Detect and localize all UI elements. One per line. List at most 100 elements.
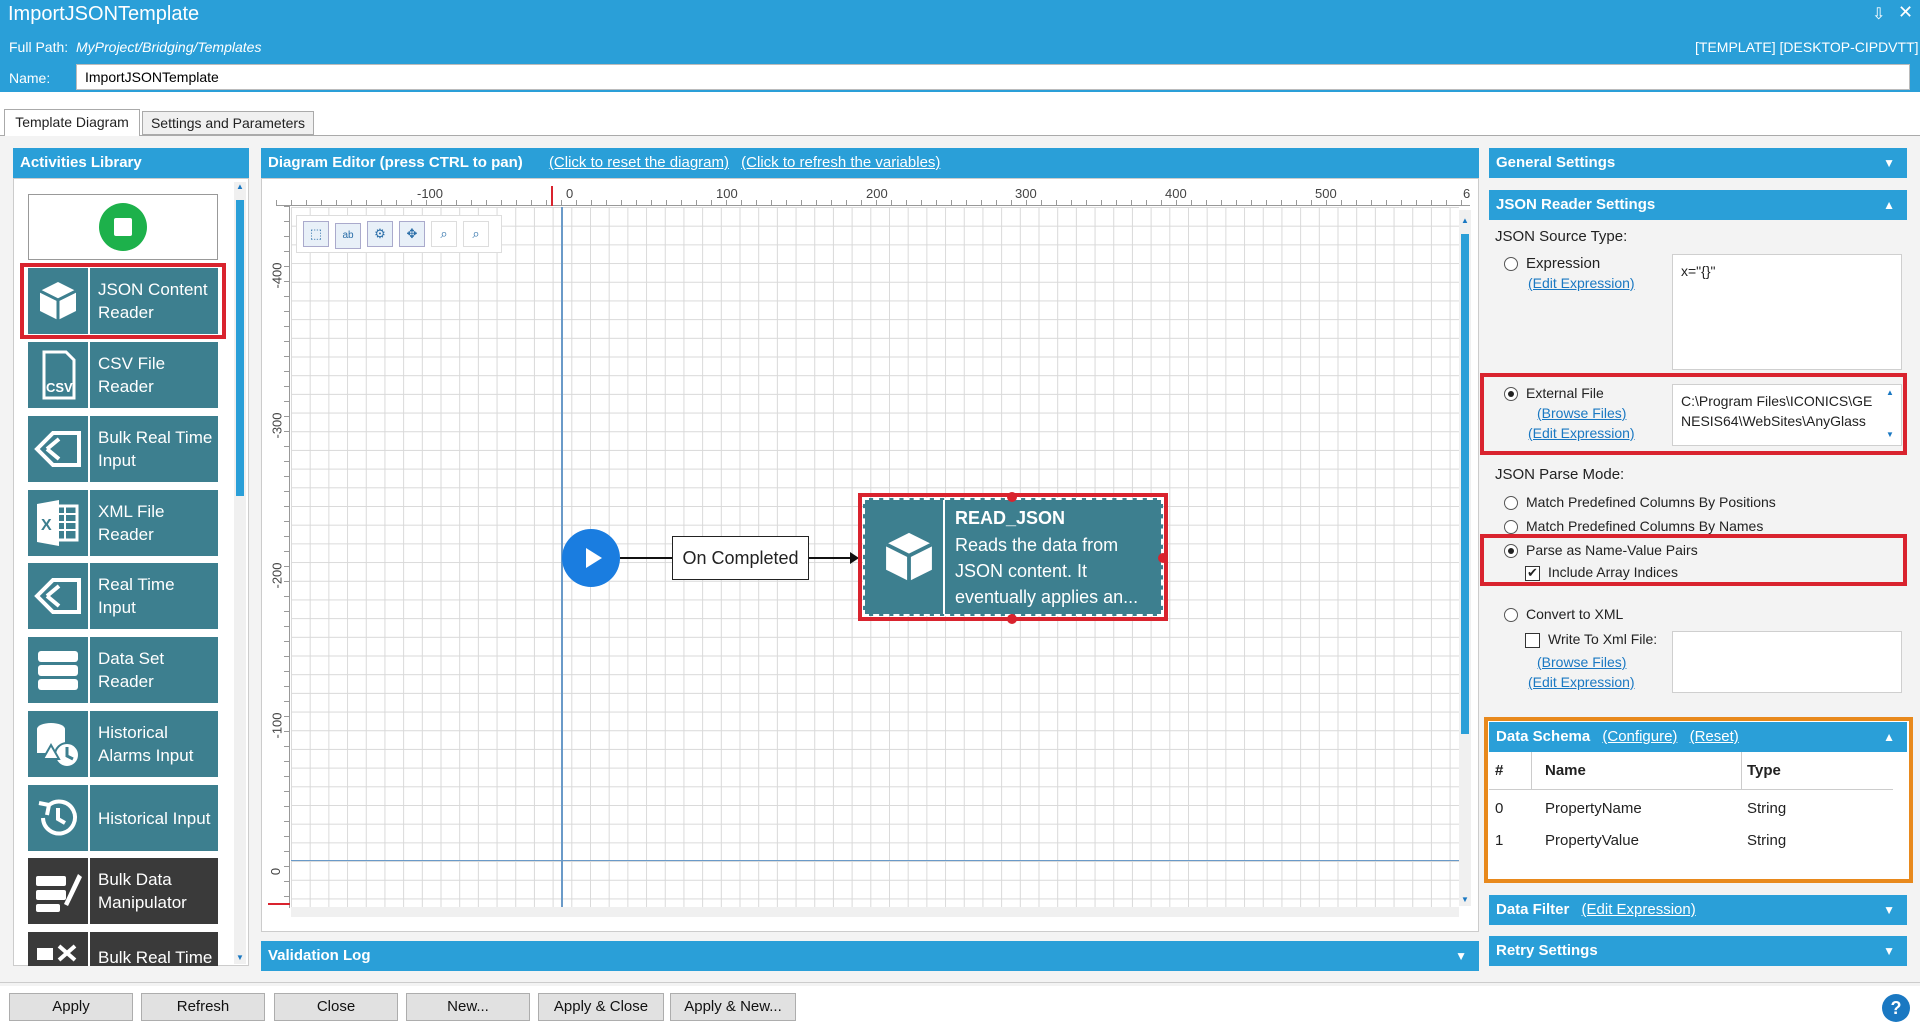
- zoom-in-icon[interactable]: ⌕: [431, 221, 457, 247]
- data-filter-header[interactable]: Data Filter (Edit Expression) ▼: [1489, 895, 1907, 925]
- scroll-down-icon[interactable]: ▼: [236, 953, 244, 962]
- alarm-history-icon: [28, 711, 90, 777]
- diagram-scrollbar[interactable]: ▲ ▼: [1459, 210, 1471, 906]
- excel-icon: X: [28, 490, 90, 556]
- name-input[interactable]: [76, 64, 1910, 90]
- option-match-positions[interactable]: Match Predefined Columns By Positions: [1504, 494, 1776, 511]
- expression-radio[interactable]: [1504, 257, 1518, 272]
- zoom-out-icon[interactable]: ⌕: [463, 221, 489, 247]
- apply-button[interactable]: Apply: [9, 993, 133, 1021]
- edit-expression-link-xml[interactable]: (Edit Expression): [1528, 674, 1635, 690]
- expression-option[interactable]: Expression: [1504, 255, 1600, 272]
- reset-link[interactable]: (Reset): [1690, 728, 1739, 745]
- library-item-bulk-data-manipulator[interactable]: Bulk Data Manipulator: [28, 858, 218, 924]
- node-port-bottom[interactable]: [1007, 614, 1017, 624]
- match-positions-label: Match Predefined Columns By Positions: [1526, 494, 1776, 510]
- chevron-up-icon[interactable]: ▲: [1883, 190, 1895, 220]
- edit-expression-link[interactable]: (Edit Expression): [1528, 275, 1635, 291]
- refresh-button[interactable]: Refresh: [141, 993, 265, 1021]
- origin-line-horizontal: [291, 860, 1459, 861]
- data-schema-header[interactable]: Data Schema (Configure) (Reset) ▲: [1489, 722, 1907, 752]
- new-button[interactable]: New...: [406, 993, 530, 1021]
- scroll-down-icon[interactable]: ▼: [1461, 895, 1469, 904]
- node-port-top[interactable]: [1007, 492, 1017, 502]
- library-scroll-thumb[interactable]: [236, 200, 244, 496]
- col-type-header: Type: [1747, 762, 1781, 779]
- tab-settings-parameters[interactable]: Settings and Parameters: [142, 111, 314, 135]
- apply-new-button[interactable]: Apply & New...: [670, 993, 796, 1021]
- option-convert-xml[interactable]: Convert to XML: [1504, 606, 1623, 623]
- full-path-label: Full Path:: [9, 39, 69, 55]
- match-names-radio[interactable]: [1504, 520, 1518, 535]
- node-description: Reads the data from JSON content. It eve…: [955, 535, 1139, 607]
- reset-diagram-link[interactable]: (Click to reset the diagram): [549, 154, 729, 171]
- option-match-names[interactable]: Match Predefined Columns By Names: [1504, 518, 1763, 535]
- match-positions-radio[interactable]: [1504, 496, 1518, 511]
- library-item-xml-file-reader[interactable]: X XML File Reader: [28, 490, 218, 556]
- scroll-up-icon[interactable]: ▲: [1461, 216, 1469, 225]
- full-path-value: MyProject/Bridging/Templates: [76, 39, 262, 55]
- table-row[interactable]: 1 PropertyValue String: [1489, 832, 1893, 858]
- configure-link[interactable]: (Configure): [1602, 728, 1677, 745]
- convert-xml-label: Convert to XML: [1526, 606, 1624, 622]
- pin-icon[interactable]: ⇩: [1872, 4, 1885, 24]
- link-tool-icon[interactable]: ⚙: [367, 221, 393, 247]
- write-xml-option[interactable]: Write To Xml File:: [1525, 631, 1657, 648]
- ruler-y-label: -400: [269, 262, 285, 289]
- write-xml-checkbox[interactable]: [1525, 632, 1540, 648]
- select-tool-icon[interactable]: ⬚: [303, 221, 329, 247]
- expression-input[interactable]: x="{}": [1672, 254, 1902, 370]
- text-tool-icon[interactable]: ab: [335, 223, 361, 249]
- row-index: 1: [1495, 832, 1504, 849]
- browse-files-link-xml[interactable]: (Browse Files): [1537, 654, 1626, 670]
- ruler-x-label: 100: [716, 186, 738, 201]
- library-item-data-set-reader[interactable]: Data Set Reader: [28, 637, 218, 703]
- row-type: String: [1747, 800, 1787, 817]
- library-item-csv-file-reader[interactable]: CSV CSV File Reader: [28, 342, 218, 408]
- chevron-down-icon[interactable]: ▼: [1883, 895, 1895, 925]
- scroll-up-icon[interactable]: ▲: [236, 182, 244, 191]
- json-reader-settings-header[interactable]: JSON Reader Settings ▲: [1489, 190, 1907, 220]
- library-item-historical-input[interactable]: Historical Input: [28, 785, 218, 851]
- row-name: PropertyValue: [1545, 832, 1639, 849]
- library-item-bulk-real-time[interactable]: Bulk Real Time: [28, 932, 218, 966]
- close-icon[interactable]: ✕: [1898, 2, 1913, 23]
- schema-header-row: # Name Type: [1489, 752, 1893, 790]
- retry-settings-header[interactable]: Retry Settings ▼: [1489, 936, 1907, 966]
- close-button[interactable]: Close: [274, 993, 398, 1021]
- general-settings-header[interactable]: General Settings ▼: [1489, 148, 1907, 178]
- diagram-header: Diagram Editor (press CTRL to pan) (Clic…: [261, 148, 1479, 178]
- read-json-node[interactable]: READ_JSON Reads the data from JSON conte…: [858, 493, 1168, 621]
- start-node[interactable]: [562, 529, 620, 587]
- diagram-scrollbar-horizontal[interactable]: [291, 907, 1459, 917]
- library-item-label: CSV File Reader: [98, 354, 166, 396]
- data-filter-edit-link[interactable]: (Edit Expression): [1582, 901, 1696, 918]
- pan-tool-icon[interactable]: ✥: [399, 221, 425, 247]
- history-icon: [28, 785, 90, 851]
- apply-close-button[interactable]: Apply & Close: [538, 993, 664, 1021]
- table-row[interactable]: 0 PropertyName String: [1489, 800, 1893, 826]
- diagram-scroll-thumb[interactable]: [1461, 234, 1469, 734]
- library-item-real-time-input[interactable]: Real Time Input: [28, 563, 218, 629]
- node-port-right[interactable]: [1158, 553, 1168, 563]
- play-icon: [585, 548, 602, 568]
- tab-template-diagram[interactable]: Template Diagram: [4, 109, 140, 136]
- row-index: 0: [1495, 800, 1504, 817]
- library-item-label: Real Time Input: [98, 575, 175, 617]
- ruler-vertical: [268, 206, 290, 908]
- chevron-down-icon[interactable]: ▼: [1883, 936, 1895, 966]
- start-tile[interactable]: [28, 194, 218, 260]
- chevron-down-icon[interactable]: ▼: [1883, 148, 1895, 178]
- library-item-bulk-real-time-input[interactable]: Bulk Real Time Input: [28, 416, 218, 482]
- help-icon[interactable]: ?: [1882, 994, 1910, 1022]
- write-xml-input[interactable]: [1672, 631, 1902, 693]
- library-item-label: XML File Reader: [98, 502, 165, 544]
- library-item-historical-alarms-input[interactable]: Historical Alarms Input: [28, 711, 218, 777]
- library-scrollbar[interactable]: ▲ ▼: [234, 182, 246, 964]
- chevron-up-icon[interactable]: ▲: [1883, 722, 1895, 752]
- refresh-variables-link[interactable]: (Click to refresh the variables): [741, 154, 940, 171]
- connector-label[interactable]: On Completed: [672, 536, 809, 580]
- validation-log-header[interactable]: Validation Log ▼: [261, 941, 1479, 971]
- chevron-down-icon[interactable]: ▼: [1455, 941, 1467, 971]
- convert-xml-radio[interactable]: [1504, 608, 1518, 623]
